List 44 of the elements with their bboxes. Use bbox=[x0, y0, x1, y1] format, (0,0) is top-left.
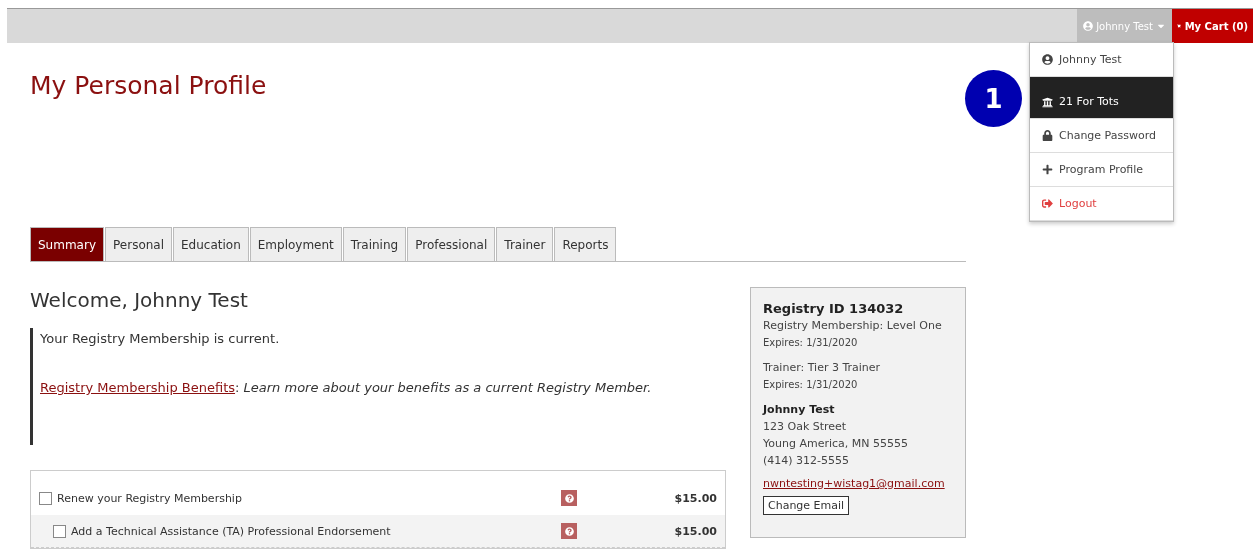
trainer-level: Trainer: Tier 3 Trainer bbox=[763, 360, 882, 376]
tab[interactable]: Training bbox=[342, 227, 407, 261]
tab[interactable]: Summary bbox=[30, 227, 104, 261]
item-price: $15.00 bbox=[673, 491, 717, 505]
item-label: Renew your Registry Membership bbox=[57, 491, 243, 505]
item-label: Add a Technical Assistance (TA) Professional Endorsement bbox=[71, 524, 392, 538]
page-title: My Personal Profile bbox=[30, 71, 268, 100]
menu-item[interactable]: Johnny Test bbox=[1030, 43, 1173, 77]
tab[interactable]: Professional bbox=[407, 227, 496, 261]
member-name: Johnny Test bbox=[763, 402, 836, 418]
help-icon[interactable] bbox=[561, 523, 577, 539]
user-icon bbox=[1083, 21, 1094, 31]
registry-id: Registry ID 134032 bbox=[763, 300, 905, 317]
expiry-date: Expires: 1/31/2020 bbox=[763, 336, 859, 350]
help-icon[interactable] bbox=[561, 490, 577, 506]
address-line: (414) 312-5555 bbox=[763, 453, 851, 469]
user-icon bbox=[1042, 54, 1053, 65]
logout-icon bbox=[1042, 198, 1053, 209]
address-line: 123 Oak Street bbox=[763, 419, 848, 435]
welcome-heading: Welcome, Johnny Test bbox=[30, 288, 249, 312]
bank-icon bbox=[1042, 97, 1053, 108]
item-price: $15.00 bbox=[673, 524, 717, 538]
lock-icon bbox=[1042, 130, 1053, 141]
checkbox[interactable] bbox=[53, 524, 66, 538]
membership-status: Your Registry Membership is current. bbox=[40, 331, 281, 346]
benefits-text: Registry Membership Benefits: Learn more about your benefits as a current Registry Member. bbox=[40, 380, 653, 395]
menu-item[interactable]: Program Profile bbox=[1030, 153, 1173, 187]
menu-item[interactable]: Logout bbox=[1030, 187, 1173, 221]
address-line: Young America, MN 55555 bbox=[763, 436, 909, 452]
membership-level: Registry Membership: Level One bbox=[763, 318, 943, 334]
menu-item[interactable]: 21 For Tots bbox=[1030, 77, 1173, 119]
step-badge: 1 bbox=[965, 70, 1022, 127]
cart-button[interactable]: My Cart (0) bbox=[1172, 9, 1253, 43]
tab[interactable]: Employment bbox=[249, 227, 342, 261]
tab[interactable]: Reports bbox=[554, 227, 617, 261]
checkbox[interactable] bbox=[39, 491, 52, 505]
menu-item[interactable]: Change Password bbox=[1030, 119, 1173, 153]
expiry-date: Expires: 1/31/2020 bbox=[763, 378, 859, 392]
plus-icon bbox=[1042, 164, 1053, 175]
tab[interactable]: Trainer bbox=[496, 227, 554, 261]
tab[interactable]: Education bbox=[173, 227, 249, 261]
email-link[interactable]: nwntesting+wistag1@gmail.com bbox=[763, 477, 953, 490]
tab[interactable]: Personal bbox=[105, 227, 172, 261]
change-email-button[interactable]: Change Email bbox=[763, 496, 850, 515]
